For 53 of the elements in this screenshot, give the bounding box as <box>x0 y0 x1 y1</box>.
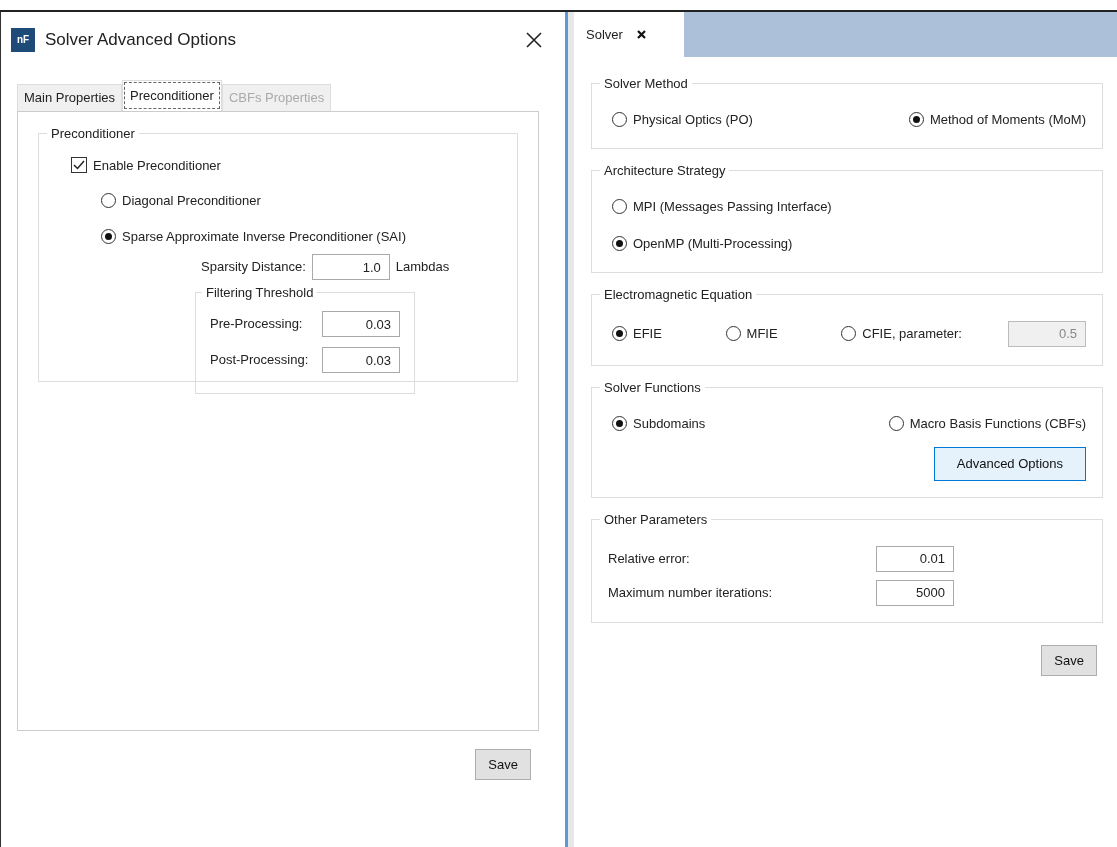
unit-label: Lambdas <box>395 258 450 277</box>
radio-button[interactable] <box>612 236 627 252</box>
radio-label[interactable]: OpenMP (Multi-Processing) <box>633 234 793 254</box>
tab[interactable]: Preconditioner <box>122 80 222 111</box>
radio-label[interactable]: Macro Basis Functions (CBFs) <box>909 413 1086 433</box>
checkbox-label[interactable]: Enable Preconditioner <box>93 155 221 175</box>
field-label: Post-Processing: <box>210 351 309 370</box>
tab[interactable]: Main Properties <box>17 84 123 111</box>
radio-label[interactable]: CFIE, parameter: <box>862 323 962 344</box>
radio-button[interactable] <box>725 326 741 341</box>
radio-label[interactable]: MFIE <box>746 323 778 344</box>
input-field[interactable]: 1.0 <box>311 254 390 280</box>
group-title: Other Parameters <box>603 512 709 526</box>
input-field[interactable]: 0.03 <box>322 311 400 337</box>
window-title: Solver Advanced Options <box>45 28 237 51</box>
group-title: Solver Method <box>603 77 689 90</box>
save-button[interactable]: Save <box>1041 644 1097 676</box>
radio-button[interactable] <box>612 326 627 341</box>
tab[interactable]: Solver <box>574 12 684 57</box>
input-field[interactable]: 0.01 <box>876 545 954 572</box>
group-title: Solver Functions <box>603 380 702 394</box>
input-field[interactable]: 0.03 <box>322 347 400 373</box>
radio-button[interactable] <box>612 198 627 214</box>
radio-label[interactable]: Subdomains <box>633 413 706 433</box>
radio-button[interactable] <box>908 112 924 128</box>
radio-label[interactable]: Sparse Approximate Inverse Preconditioner (SAI) <box>122 226 406 246</box>
radio-button[interactable] <box>841 326 857 341</box>
field-label: Pre-Processing: <box>210 315 303 334</box>
input-field[interactable]: 5000 <box>876 579 954 606</box>
close-icon[interactable] <box>636 30 646 39</box>
radio-button[interactable] <box>612 112 627 128</box>
radio-label[interactable]: EFIE <box>633 323 662 344</box>
radio-label[interactable]: Method of Moments (MoM) <box>929 110 1086 130</box>
radio-label[interactable]: Physical Optics (PO) <box>633 110 753 130</box>
tab-label[interactable]: Solver <box>586 24 623 45</box>
radio-button[interactable] <box>101 228 116 244</box>
group-title: Architecture Strategy <box>603 163 727 177</box>
close-icon[interactable] <box>525 30 543 49</box>
radio-button[interactable] <box>612 415 627 431</box>
radio-label[interactable]: Diagonal Preconditioner <box>122 191 261 211</box>
app-icon: nF <box>11 27 35 52</box>
group-title: Filtering Threshold <box>205 286 315 299</box>
field-label: Sparsity Distance: <box>201 258 306 277</box>
field-label: Relative error: <box>608 549 691 568</box>
radio-button[interactable] <box>888 415 904 431</box>
checkbox[interactable] <box>71 157 87 174</box>
field-label: Maximum number iterations: <box>608 583 773 602</box>
save-button[interactable]: Save <box>475 748 531 780</box>
group-title: Preconditioner <box>50 126 136 140</box>
radio-label[interactable]: MPI (Messages Passing Interface) <box>633 196 832 216</box>
radio-button[interactable] <box>101 193 116 209</box>
advanced-options-button[interactable]: Advanced Options <box>933 447 1086 481</box>
group-title: Electromagnetic Equation <box>603 287 754 301</box>
